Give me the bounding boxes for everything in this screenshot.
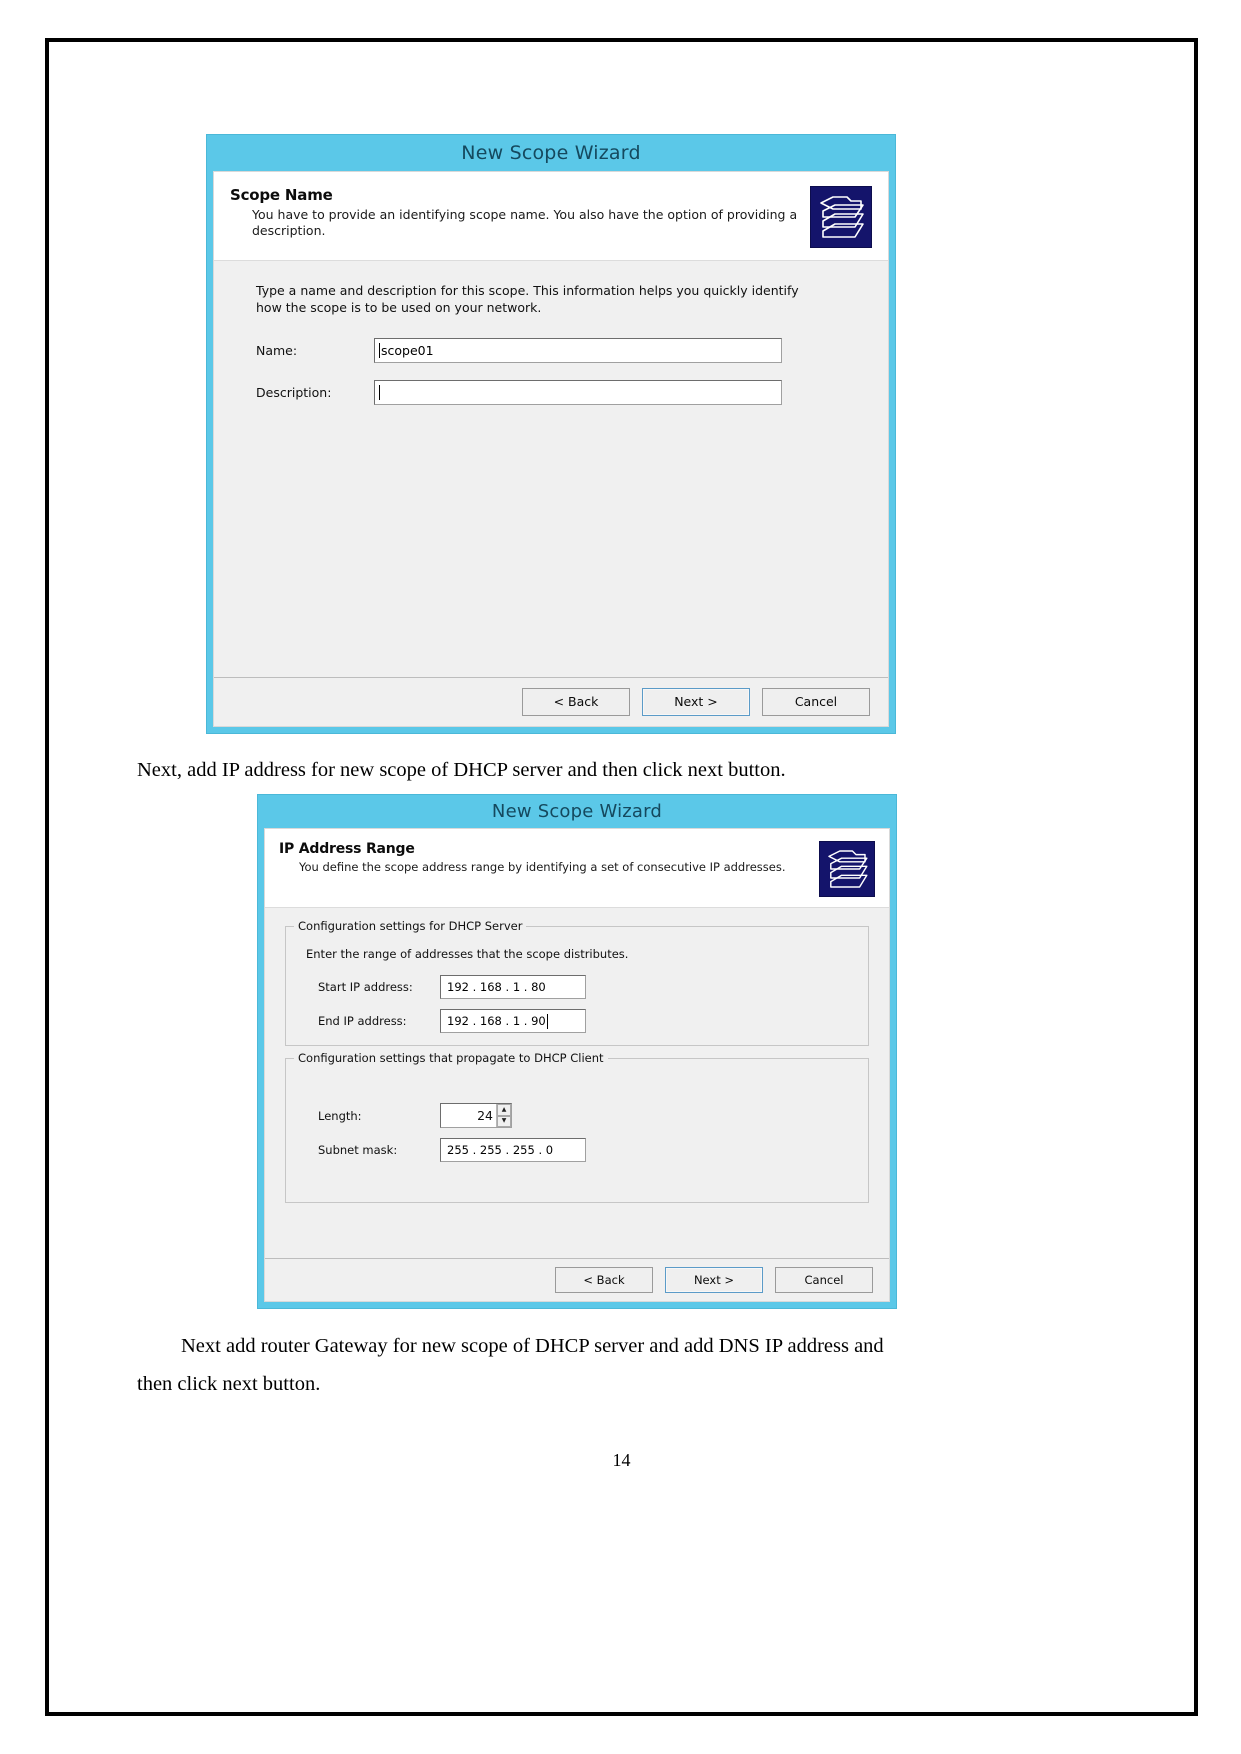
text-caret bbox=[379, 343, 380, 358]
folder-stack-icon bbox=[819, 841, 875, 897]
end-ip-value: 192 . 168 . 1 . 90 bbox=[447, 1014, 546, 1028]
end-ip-label: End IP address: bbox=[318, 1014, 407, 1028]
dialog1-title-bar: New Scope Wizard bbox=[207, 135, 895, 171]
end-ip-input[interactable]: 192 . 168 . 1 . 90 bbox=[440, 1009, 586, 1033]
start-ip-row: Start IP address: 192 . 168 . 1 . 80 bbox=[300, 975, 854, 999]
description-input[interactable] bbox=[374, 380, 782, 405]
back-button[interactable]: < Back bbox=[522, 688, 630, 716]
dialog1-content: Type a name and description for this sco… bbox=[214, 261, 888, 421]
dialog2-heading: IP Address Range bbox=[279, 841, 415, 857]
text-caret bbox=[379, 385, 380, 400]
dialog1-intro-line1: Type a name and description for this sco… bbox=[256, 283, 799, 298]
dialog1-subheading: You have to provide an identifying scope… bbox=[252, 207, 798, 238]
page-number: 14 bbox=[612, 1450, 631, 1470]
dialog2-header-text: IP Address Range You define the scope ad… bbox=[279, 841, 819, 875]
back-button[interactable]: < Back bbox=[555, 1267, 653, 1293]
dialog1-header: Scope Name You have to provide an identi… bbox=[214, 172, 888, 261]
text-caret bbox=[546, 1013, 548, 1029]
start-ip-input[interactable]: 192 . 168 . 1 . 80 bbox=[440, 975, 586, 999]
dialog2-content: Configuration settings for DHCP Server E… bbox=[265, 908, 889, 1203]
length-value: 24 bbox=[477, 1108, 493, 1123]
dialog1-footer: < Back Next > Cancel bbox=[214, 677, 888, 726]
subnet-mask-label: Subnet mask: bbox=[318, 1143, 398, 1157]
page-content: New Scope Wizard Scope Name You have to … bbox=[49, 42, 1194, 1712]
start-ip-label: Start IP address: bbox=[318, 980, 413, 994]
dhcp-server-group-intro: Enter the range of addresses that the sc… bbox=[306, 947, 629, 961]
dialog2-body: IP Address Range You define the scope ad… bbox=[264, 828, 890, 1302]
dialog2-subheading: You define the scope address range by id… bbox=[299, 860, 786, 874]
dialog1-intro-line2: how the scope is to be used on your netw… bbox=[256, 299, 542, 315]
start-ip-value: 192 . 168 . 1 . 80 bbox=[447, 980, 546, 994]
length-stepper[interactable]: 24 ▲ ▼ bbox=[440, 1103, 512, 1128]
subnet-mask-row: Subnet mask: 255 . 255 . 255 . 0 bbox=[300, 1138, 854, 1162]
subnet-mask-value: 255 . 255 . 255 . 0 bbox=[447, 1143, 554, 1157]
dialog1-body: Scope Name You have to provide an identi… bbox=[213, 171, 889, 727]
name-input-value: scope01 bbox=[381, 343, 434, 358]
document-page-border: New Scope Wizard Scope Name You have to … bbox=[45, 38, 1198, 1716]
dhcp-server-settings-group: Configuration settings for DHCP Server E… bbox=[285, 919, 869, 1046]
name-field-row: Name: scope01 bbox=[234, 338, 868, 363]
folder-stack-icon bbox=[810, 186, 872, 248]
length-label: Length: bbox=[318, 1108, 362, 1123]
spinner-down-icon[interactable]: ▼ bbox=[497, 1115, 511, 1127]
dialog1-title-text: New Scope Wizard bbox=[461, 142, 641, 164]
dialog2-title-bar: New Scope Wizard bbox=[258, 795, 896, 828]
subnet-mask-input[interactable]: 255 . 255 . 255 . 0 bbox=[440, 1138, 586, 1162]
description-field-label: Description: bbox=[256, 385, 332, 400]
next-button[interactable]: Next > bbox=[665, 1267, 763, 1293]
end-ip-row: End IP address: 192 . 168 . 1 . 90 bbox=[300, 1009, 854, 1033]
dialog2-header: IP Address Range You define the scope ad… bbox=[265, 829, 889, 908]
paragraph-after-dialog1: Next, add IP address for new scope of DH… bbox=[137, 759, 786, 781]
paragraph-after-dialog2-line1: Next add router Gateway for new scope of… bbox=[181, 1335, 884, 1357]
name-field-label: Name: bbox=[256, 343, 298, 358]
cancel-button[interactable]: Cancel bbox=[775, 1267, 873, 1293]
paragraph-after-dialog2-line2: then click next button. bbox=[137, 1373, 321, 1395]
name-input[interactable]: scope01 bbox=[374, 338, 782, 363]
dialog2-footer: < Back Next > Cancel bbox=[265, 1258, 889, 1301]
new-scope-wizard-dialog-scope-name: New Scope Wizard Scope Name You have to … bbox=[206, 134, 896, 734]
description-field-row: Description: bbox=[234, 380, 868, 405]
dhcp-client-settings-group: Configuration settings that propagate to… bbox=[285, 1051, 869, 1203]
cancel-button[interactable]: Cancel bbox=[762, 688, 870, 716]
dialog1-heading: Scope Name bbox=[230, 186, 333, 204]
length-row: Length: 24 ▲ ▼ bbox=[300, 1103, 854, 1128]
next-button[interactable]: Next > bbox=[642, 688, 750, 716]
spinner-arrows[interactable]: ▲ ▼ bbox=[496, 1104, 511, 1127]
new-scope-wizard-dialog-ip-range: New Scope Wizard IP Address Range You de… bbox=[257, 794, 897, 1309]
dhcp-server-group-title: Configuration settings for DHCP Server bbox=[294, 919, 527, 933]
dhcp-client-group-title: Configuration settings that propagate to… bbox=[294, 1051, 608, 1065]
dialog2-title-text: New Scope Wizard bbox=[491, 801, 663, 822]
dialog1-header-text: Scope Name You have to provide an identi… bbox=[230, 186, 810, 239]
spinner-up-icon[interactable]: ▲ bbox=[497, 1104, 511, 1116]
